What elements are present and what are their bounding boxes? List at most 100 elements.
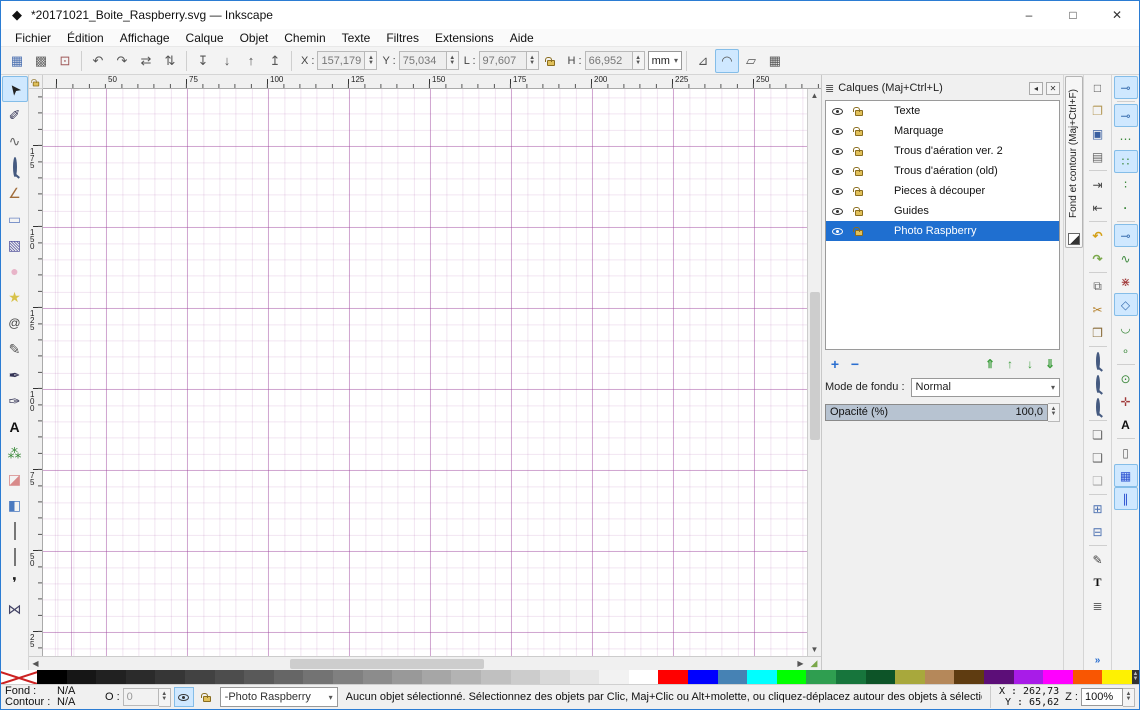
color-swatch[interactable] [392,670,422,684]
rotate-ccw-button[interactable]: ↶ [86,49,110,73]
layer-to-bottom-button[interactable]: ⇓ [1040,355,1060,373]
cut-button[interactable]: ✂ [1086,298,1110,321]
rotate-cw-button[interactable]: ↷ [110,49,134,73]
snap-bbox-edge-midpoints-button[interactable]: ∶ [1114,173,1138,196]
mesh-gradient-button[interactable] [2,544,28,570]
move-gradients-button[interactable]: ▱ [739,49,763,73]
layer-raise-button[interactable]: ↑ [1000,355,1020,373]
lock-ratio-icon[interactable] [539,49,563,73]
calligraphy-button[interactable]: ✑ [2,388,28,414]
dialog-collapse-button[interactable]: ◂ [1029,82,1043,95]
layer-row[interactable]: Marquage [826,121,1059,141]
y-field[interactable]: 75,034 [399,51,447,70]
scroll-down-icon[interactable]: ▼ [808,643,821,656]
color-swatch[interactable] [747,670,777,684]
node-editor-button[interactable]: ✐ [2,102,28,128]
ellipse-button[interactable]: ● [2,258,28,284]
add-layer-button[interactable]: + [825,355,845,373]
layer-lock-icon[interactable] [848,106,870,116]
layer-to-top-button[interactable]: ⇑ [980,355,1000,373]
swatch-none[interactable] [1,670,37,684]
deselect-button[interactable]: ⊡ [53,49,77,73]
toolbar-overflow-button[interactable]: » [1095,655,1101,666]
color-swatch[interactable] [155,670,185,684]
horizontal-ruler[interactable]: 5075100125150175200225250 [43,75,821,89]
snap-object-centers-button[interactable]: ⊙ [1114,367,1138,390]
color-swatch[interactable] [67,670,97,684]
menu-extensions[interactable]: Extensions [427,30,502,46]
x-field-spinner[interactable]: ▲▼ [365,51,377,70]
scale-stroke-button[interactable]: ⊿ [691,49,715,73]
menu-chemin[interactable]: Chemin [276,30,333,46]
print-button[interactable]: ▤ [1086,145,1110,168]
color-swatch[interactable] [96,670,126,684]
current-layer-select[interactable]: -Photo Raspberry ▾ [220,687,338,707]
layer-row[interactable]: Pieces à découper [826,181,1059,201]
scroll-left-icon[interactable]: ◀ [29,659,42,668]
unlink-clone-button[interactable]: ❑ [1086,469,1110,492]
layer-row[interactable]: Trous d'aération (old) [826,161,1059,181]
color-swatch[interactable] [481,670,511,684]
horizontal-scroll-thumb[interactable] [290,659,484,669]
color-swatch[interactable] [511,670,541,684]
tweak-button[interactable]: ∿ [2,128,28,154]
box-3d-button[interactable]: ▧ [2,232,28,258]
pencil-button[interactable]: ✎ [2,336,28,362]
fill-stroke-tab[interactable]: Fond et contour (Maj+Ctrl+F) [1065,76,1083,248]
scale-corners-button[interactable]: ◠ [715,49,739,73]
ungroup-button[interactable]: ⊟ [1086,520,1110,543]
spray-button[interactable]: ⁂ [2,440,28,466]
color-swatch[interactable] [954,670,984,684]
scroll-right-icon[interactable]: ▶ [794,659,807,668]
lower-to-bottom-button[interactable]: ↧ [191,49,215,73]
menu-objet[interactable]: Objet [232,30,277,46]
snap-rotation-centers-button[interactable]: ✛ [1114,390,1138,413]
text-dialog-button[interactable]: T [1086,571,1110,594]
group-button[interactable]: ⊞ [1086,497,1110,520]
color-swatch[interactable] [1014,670,1044,684]
color-swatch[interactable] [688,670,718,684]
menu-aide[interactable]: Aide [502,30,542,46]
layer-lock-icon[interactable] [848,166,870,176]
h-field-spinner[interactable]: ▲▼ [633,51,645,70]
import-button[interactable]: ⇥ [1086,173,1110,196]
color-swatch[interactable] [215,670,245,684]
color-swatch[interactable] [570,670,600,684]
zoom-selection-button[interactable] [1086,349,1110,372]
color-swatch[interactable] [836,670,866,684]
layer-row[interactable]: Trous d'aération ver. 2 [826,141,1059,161]
layer-visibility-toggle[interactable] [174,687,194,707]
selector-button[interactable]: ➤ [2,76,28,102]
export-button[interactable]: ⇤ [1086,196,1110,219]
color-swatch[interactable] [1043,670,1073,684]
color-swatch[interactable] [185,670,215,684]
new-document-button[interactable]: □ [1086,76,1110,99]
color-swatch[interactable] [37,670,67,684]
menu-fichier[interactable]: Fichier [7,30,59,46]
layer-row[interactable]: Photo Raspberry [826,221,1059,241]
snap-guides-button[interactable]: ∥ [1114,487,1138,510]
snap-path-intersections-button[interactable]: ⋇ [1114,270,1138,293]
color-swatch[interactable] [451,670,481,684]
layer-visibility-icon[interactable] [826,228,848,235]
color-swatch[interactable] [599,670,629,684]
snap-bbox-edges-button[interactable]: ⋯ [1114,127,1138,150]
menu-texte[interactable]: Texte [334,30,379,46]
layer-visibility-icon[interactable] [826,128,848,135]
opacity-spinner[interactable]: ▲▼ [1048,403,1060,422]
layer-lock-icon[interactable] [848,126,870,136]
vertical-ruler[interactable]: 1 7 51 5 01 2 51 0 07 55 02 5 [29,89,43,656]
object-opacity-field[interactable]: 0 [123,688,159,706]
menu-calque[interactable]: Calque [178,30,232,46]
zoom-page-button[interactable] [1086,395,1110,418]
snap-bbox-corners-button[interactable]: ∷ [1114,150,1138,173]
color-swatch[interactable] [718,670,748,684]
layers-dialog-button[interactable]: ≣ [1086,594,1110,617]
dialog-close-button[interactable]: ✕ [1046,82,1060,95]
bezier-pen-button[interactable]: ✒ [2,362,28,388]
layer-visibility-icon[interactable] [826,168,848,175]
eraser-button[interactable]: ◪ [2,466,28,492]
blend-mode-select[interactable]: Normal ▾ [911,378,1060,397]
measure-button[interactable]: ∠ [2,180,28,206]
snap-nodes-button[interactable]: ⊸ [1114,224,1138,247]
